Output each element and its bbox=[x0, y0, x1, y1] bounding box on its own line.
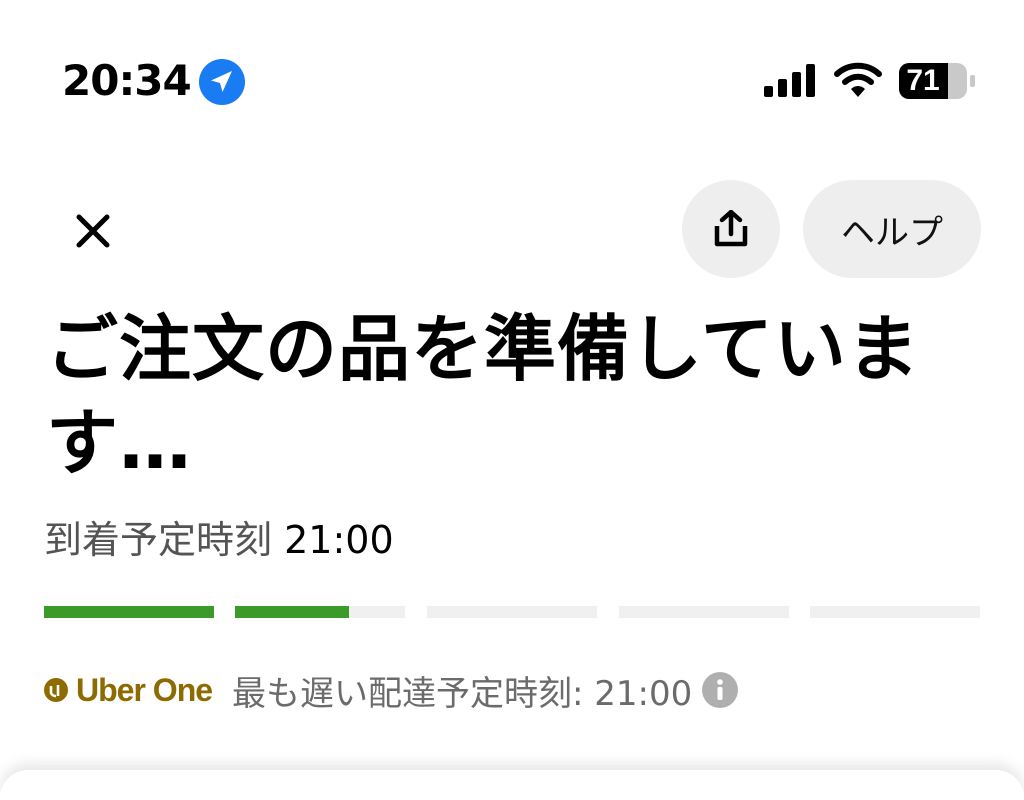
bottom-sheet[interactable] bbox=[0, 770, 1024, 800]
wifi-icon bbox=[834, 62, 882, 97]
battery-level: 71 bbox=[906, 64, 940, 97]
progress-segment-3 bbox=[427, 606, 597, 618]
close-icon bbox=[76, 214, 110, 248]
cellular-signal-icon bbox=[764, 64, 815, 97]
share-icon bbox=[714, 210, 748, 247]
progress-segment-5 bbox=[810, 606, 980, 618]
share-button[interactable] bbox=[682, 180, 780, 278]
progress-segment-4 bbox=[619, 606, 789, 618]
uber-one-logo-icon bbox=[44, 678, 68, 702]
eta-time: 21:00 bbox=[284, 518, 394, 562]
eta-label: 到着予定時刻 bbox=[44, 518, 273, 562]
progress-fill-1 bbox=[44, 606, 214, 618]
progress-fill-2 bbox=[235, 606, 349, 618]
info-icon[interactable] bbox=[702, 672, 739, 708]
eta-row: 到着予定時刻 21:00 bbox=[44, 516, 394, 564]
progress-segment-1 bbox=[44, 606, 214, 618]
page-title: ご注文の品を準備しています… bbox=[46, 307, 920, 485]
order-progress-bar bbox=[44, 606, 980, 618]
latest-delivery-eta: 最も遅い配達予定時刻: 21:00 bbox=[232, 673, 693, 714]
help-button-label: ヘルプ bbox=[841, 212, 943, 253]
close-button[interactable] bbox=[62, 200, 124, 262]
battery-indicator: 71 bbox=[898, 62, 978, 100]
uber-one-row: Uber One 最も遅い配達予定時刻: 21:00 bbox=[44, 668, 739, 714]
progress-segment-2 bbox=[235, 606, 405, 618]
status-time: 20:34 bbox=[62, 56, 192, 105]
location-arrow-icon bbox=[199, 59, 245, 105]
help-button[interactable]: ヘルプ bbox=[803, 180, 981, 278]
uber-one-label: Uber One bbox=[76, 671, 213, 708]
